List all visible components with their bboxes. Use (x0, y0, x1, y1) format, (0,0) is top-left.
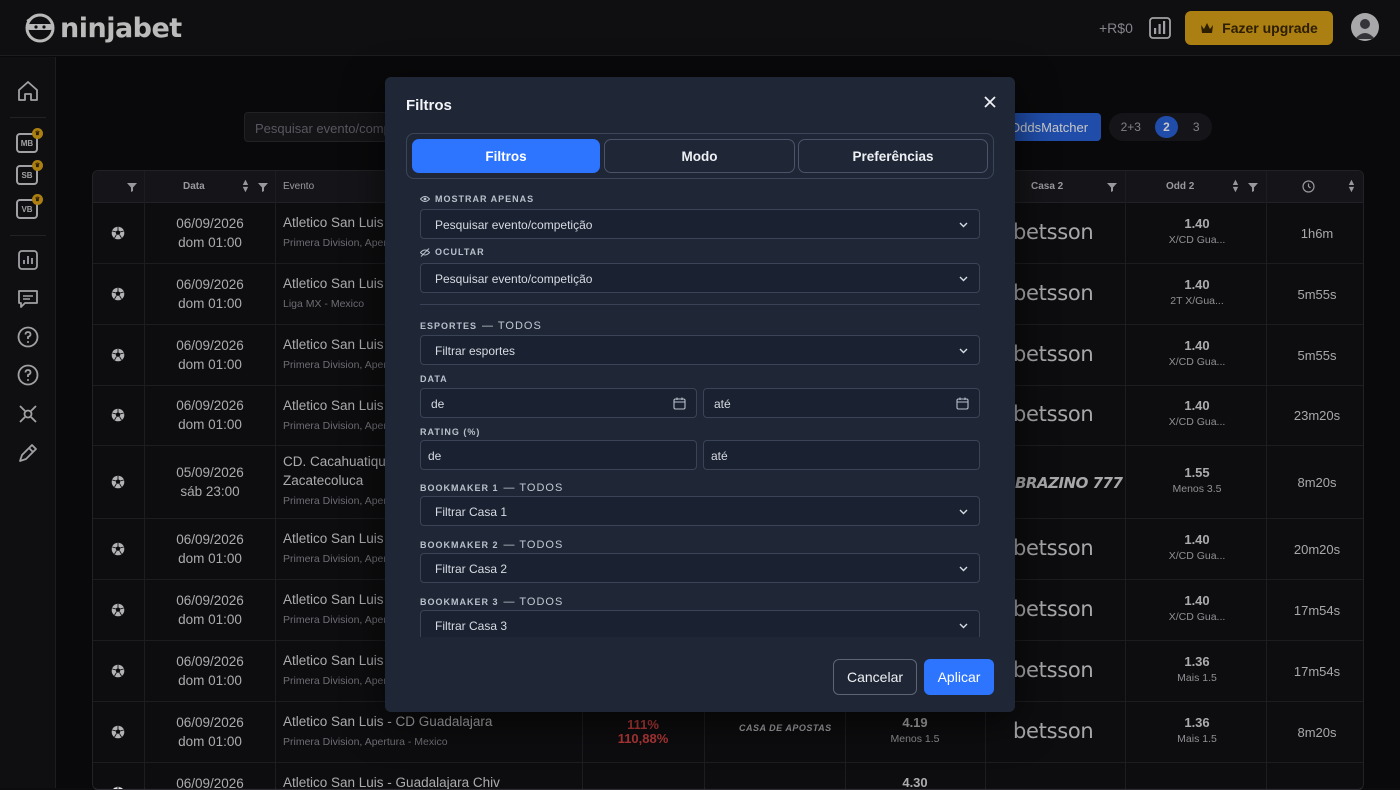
section-divider (420, 304, 980, 305)
rating-from-input[interactable]: de (420, 440, 697, 470)
bookmaker3-value: Filtrar Casa 3 (435, 619, 507, 633)
bookmaker2-select[interactable]: Filtrar Casa 2 (420, 553, 980, 583)
date-to-input[interactable]: até (703, 388, 980, 418)
cancel-button[interactable]: Cancelar (833, 659, 917, 695)
hide-select[interactable]: Pesquisar evento/competição (420, 263, 980, 293)
bookmaker1-text: BOOKMAKER 1 (420, 483, 499, 493)
bookmaker1-label: BOOKMAKER 1 — TODOS (420, 482, 563, 494)
show-only-value: Pesquisar evento/competição (435, 218, 592, 232)
show-only-select[interactable]: Pesquisar evento/competição (420, 209, 980, 239)
bookmaker2-label: BOOKMAKER 2 — TODOS (420, 539, 563, 551)
sports-select[interactable]: Filtrar esportes (420, 335, 980, 365)
bookmaker1-todos: — TODOS (504, 482, 564, 494)
show-only-text: MOSTRAR APENAS (435, 194, 534, 204)
bookmaker2-value: Filtrar Casa 2 (435, 562, 507, 576)
rating-text: RATING (%) (420, 427, 480, 437)
chevron-down-icon (958, 345, 969, 356)
date-to-value: até (714, 397, 731, 411)
filters-modal: Filtros Filtros Modo Preferências MOSTRA… (385, 77, 1015, 712)
hide-label: OCULTAR (420, 247, 485, 257)
apply-button[interactable]: Aplicar (924, 659, 994, 695)
chevron-down-icon (958, 620, 969, 631)
bookmaker1-select[interactable]: Filtrar Casa 1 (420, 496, 980, 526)
sports-value: Filtrar esportes (435, 344, 515, 358)
calendar-icon[interactable] (956, 397, 969, 410)
date-label: DATA (420, 374, 448, 384)
show-only-label: MOSTRAR APENAS (420, 194, 534, 204)
sports-text: ESPORTES (420, 321, 477, 331)
bookmaker3-label: BOOKMAKER 3 — TODOS (420, 596, 563, 608)
rating-to-input[interactable]: até (703, 440, 980, 470)
rating-from-value: de (428, 449, 441, 463)
chevron-down-icon (958, 273, 969, 284)
eye-icon (420, 195, 430, 203)
rating-label: RATING (%) (420, 427, 480, 437)
date-text: DATA (420, 374, 448, 384)
hide-text: OCULTAR (435, 247, 485, 257)
sports-todos: — TODOS (482, 320, 542, 332)
bookmaker3-text: BOOKMAKER 3 (420, 597, 499, 607)
chevron-down-icon (958, 563, 969, 574)
chevron-down-icon (958, 219, 969, 230)
chevron-down-icon (958, 506, 969, 517)
bookmaker2-text: BOOKMAKER 2 (420, 540, 499, 550)
eye-off-icon (420, 248, 430, 257)
date-from-value: de (431, 397, 444, 411)
sports-label: ESPORTES — TODOS (420, 320, 542, 332)
bookmaker3-todos: — TODOS (504, 596, 564, 608)
bookmaker2-todos: — TODOS (504, 539, 564, 551)
bookmaker3-select[interactable]: Filtrar Casa 3 (420, 610, 980, 637)
modal-body[interactable]: MOSTRAR APENAS Pesquisar evento/competiç… (385, 77, 1015, 637)
hide-value: Pesquisar evento/competição (435, 272, 592, 286)
rating-to-value: até (711, 449, 728, 463)
date-from-input[interactable]: de (420, 388, 697, 418)
calendar-icon[interactable] (673, 397, 686, 410)
bookmaker1-value: Filtrar Casa 1 (435, 505, 507, 519)
